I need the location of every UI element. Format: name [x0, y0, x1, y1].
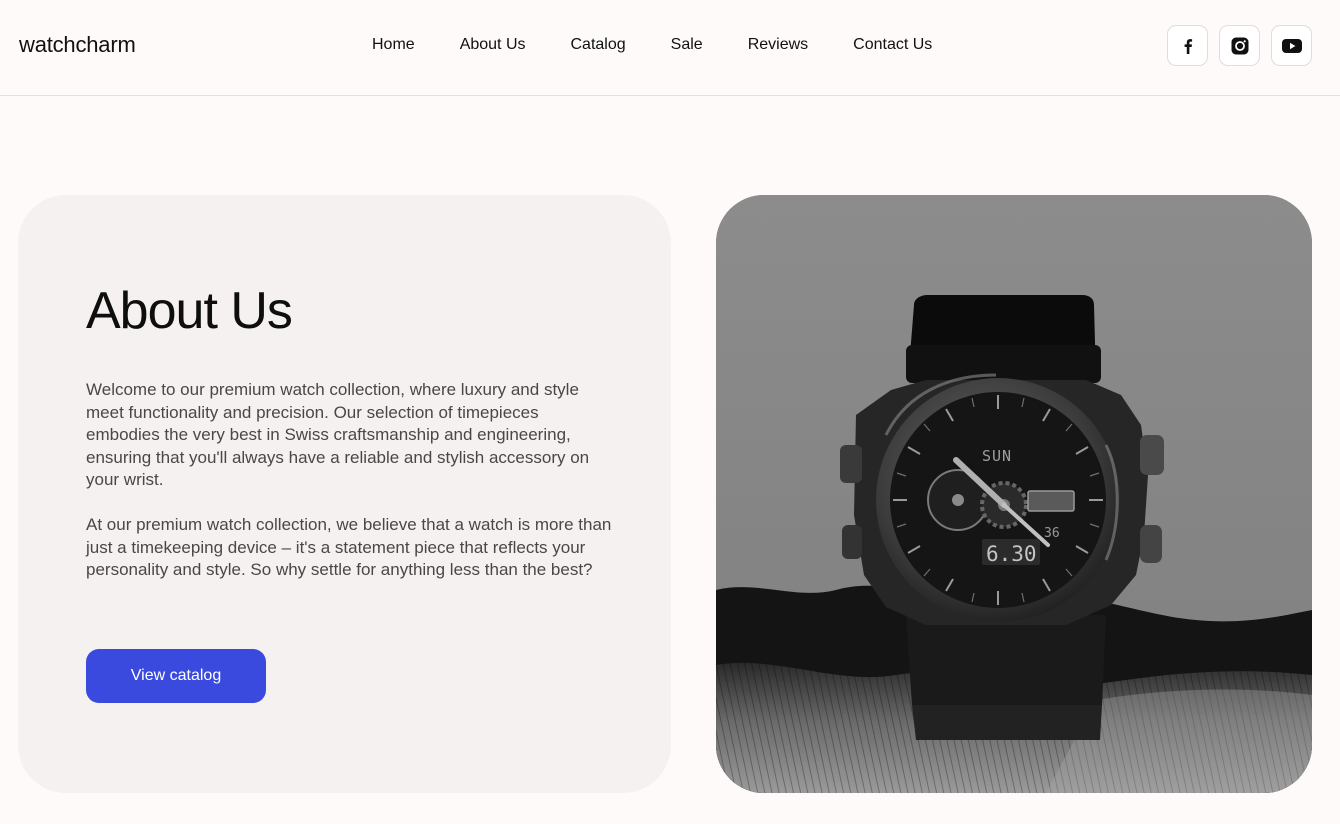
nav-home[interactable]: Home	[372, 36, 415, 54]
facebook-button[interactable]	[1167, 25, 1208, 66]
site-header: watchcharm Home About Us Catalog Sale Re…	[0, 0, 1340, 96]
about-section: About Us Welcome to our premium watch co…	[18, 195, 671, 793]
youtube-icon	[1281, 38, 1302, 53]
watch-illustration: SUN 6.30 36	[716, 195, 1312, 793]
dial-day-text: SUN	[982, 447, 1012, 465]
nav-sale[interactable]: Sale	[671, 36, 703, 54]
about-paragraph-1: Welcome to our premium watch collection,…	[86, 380, 590, 490]
about-title: About Us	[86, 282, 293, 340]
watch-photo: SUN 6.30 36	[716, 195, 1312, 793]
youtube-button[interactable]	[1271, 25, 1312, 66]
main-nav: Home About Us Catalog Sale Reviews Conta…	[372, 36, 932, 54]
nav-catalog[interactable]: Catalog	[571, 36, 626, 54]
site-logo[interactable]: watchcharm	[19, 32, 136, 58]
facebook-icon	[1184, 38, 1192, 54]
dial-seconds-text: 36	[1044, 526, 1060, 541]
nav-contact-us[interactable]: Contact Us	[853, 36, 932, 54]
nav-reviews[interactable]: Reviews	[748, 36, 808, 54]
social-links	[1156, 25, 1312, 66]
about-paragraph-2: At our premium watch collection, we beli…	[86, 515, 612, 580]
nav-about-us[interactable]: About Us	[460, 36, 526, 54]
instagram-icon	[1231, 37, 1248, 54]
dial-time-text: 6.30	[986, 542, 1037, 566]
instagram-button[interactable]	[1219, 25, 1260, 66]
view-catalog-button[interactable]: View catalog	[86, 649, 266, 703]
